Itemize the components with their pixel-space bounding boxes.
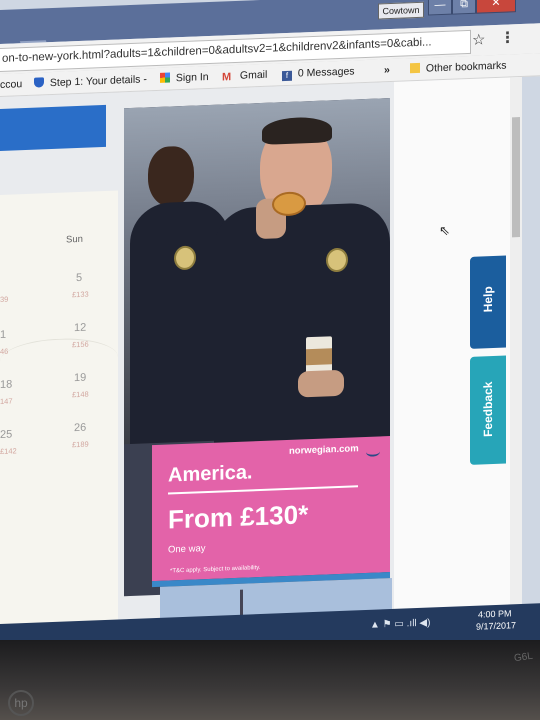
bookmark-partial[interactable]: ccou — [0, 78, 22, 91]
bookmark-other[interactable]: Other bookmarks — [410, 60, 506, 76]
calendar-day-left[interactable]: 18 — [0, 379, 12, 391]
officer-right-figure — [194, 106, 390, 459]
officer-right-uniform — [214, 202, 390, 459]
fare-calendar — [0, 190, 118, 626]
calendar-day[interactable]: 26 — [74, 422, 86, 434]
ad-terms: *T&C apply. Subject to availability. — [170, 564, 261, 575]
norwegian-logo: norwegian.com — [289, 443, 359, 457]
system-tray-icons[interactable]: ▲ ⚑ ▭ .ıll ◀) — [370, 617, 430, 630]
calendar-day[interactable]: 12 — [74, 322, 86, 334]
folder-icon — [410, 62, 420, 74]
close-window-button[interactable]: ✕ — [476, 0, 516, 14]
logo-swoosh-icon — [366, 446, 380, 457]
ad-subtext: One way — [168, 543, 206, 556]
google-icon — [160, 72, 170, 83]
clock-date[interactable]: 9/17/2017 — [476, 620, 516, 632]
officer-right-hair — [262, 116, 332, 145]
norwegian-ad[interactable]: norwegian.com America. From £130* One wa… — [124, 98, 390, 597]
calendar-divider — [0, 336, 118, 382]
calendar-price: £156 — [72, 339, 89, 350]
help-tab[interactable]: Help — [470, 255, 506, 349]
facebook-icon: f — [282, 70, 292, 82]
clock-time[interactable]: 4:00 PM — [478, 608, 512, 619]
calendar-price: £189 — [72, 439, 89, 450]
bookmark-star-icon[interactable]: ☆ — [472, 30, 485, 49]
calendar-header-sun: Sun — [66, 233, 83, 246]
help-label: Help — [481, 285, 495, 313]
calendar-price-left: 147 — [0, 396, 13, 406]
feedback-tab[interactable]: Feedback — [470, 355, 506, 465]
mouse-cursor-icon: ⇖ — [439, 222, 450, 239]
shield-icon — [34, 77, 44, 88]
ad-price: From £130* — [168, 499, 309, 535]
calendar-price-left: 46 — [0, 346, 9, 356]
officer-left-head — [148, 145, 194, 208]
ad-divider — [168, 485, 358, 495]
header-blue-panel[interactable] — [0, 104, 106, 151]
gmail-icon: M — [222, 71, 232, 84]
bookmark-step1[interactable]: Step 1: Your details - — [34, 73, 147, 89]
officer-right-hand-cup — [298, 369, 344, 398]
bookmark-sign-in[interactable]: Sign In — [160, 71, 209, 85]
bookmark-gmail[interactable]: M Gmail — [222, 69, 267, 84]
maximize-button[interactable]: ⧉ — [452, 0, 476, 15]
scrollbar-thumb[interactable] — [512, 117, 520, 238]
calendar-day-left[interactable]: 1 — [0, 329, 6, 341]
browser-menu-icon[interactable]: ⋮ — [500, 28, 515, 47]
calendar-price: £148 — [72, 389, 89, 400]
calendar-day[interactable]: 19 — [74, 372, 86, 384]
calendar-price: £133 — [72, 289, 89, 300]
hp-logo-icon: hp — [8, 690, 34, 716]
bookmark-overflow-chevron-icon[interactable]: » — [384, 64, 390, 76]
calendar-price-left: 39 — [0, 294, 9, 304]
monitor-screen: Cowtown — ⧉ ✕ × on-to-new-york.html?adul… — [0, 0, 540, 664]
ad-offer-panel[interactable]: norwegian.com America. From £130* One wa… — [152, 436, 390, 582]
calendar-price-left: £142 — [0, 446, 17, 456]
bookmark-facebook[interactable]: f 0 Messages — [282, 65, 355, 82]
profile-name[interactable]: Cowtown — [378, 1, 424, 20]
ad-headline: America. — [168, 461, 253, 487]
feedback-label: Feedback — [481, 381, 495, 438]
minimize-button[interactable]: — — [428, 0, 452, 16]
monitor-bezel — [0, 640, 540, 720]
web-page: Sun 5 £133 39 1 12 £156 46 18 19 £148 14… — [0, 76, 522, 626]
calendar-day-left[interactable]: 25 — [0, 429, 12, 441]
calendar-day[interactable]: 5 — [76, 272, 82, 284]
